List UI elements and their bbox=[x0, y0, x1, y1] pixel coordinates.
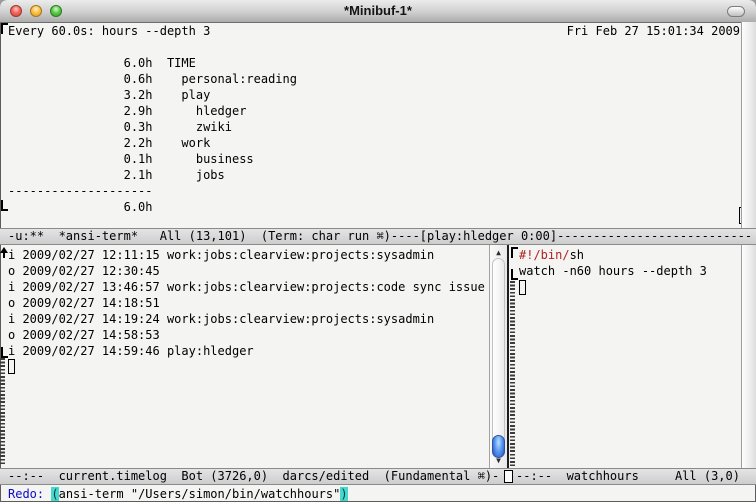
modeline-ansi-term[interactable]: -u:** *ansi-term* All (13,101) (Term: ch… bbox=[0, 228, 756, 245]
report-line: 0.1h business bbox=[8, 151, 297, 167]
buffer-top-angle-icon bbox=[1, 23, 8, 34]
cursor-hollow bbox=[519, 280, 526, 295]
modeline-text: -u:** *ansi-term* All (13,101) (Term: ch… bbox=[0, 229, 756, 244]
timelog-line: i 2009/02/27 14:19:24 work:jobs:clearvie… bbox=[8, 311, 488, 327]
shebang-line: #!/bin/sh bbox=[519, 247, 739, 263]
shebang-comment: #!/bin/ bbox=[519, 248, 570, 262]
minibuffer-command: ansi-term "/Users/simon/bin/watchhours" bbox=[59, 487, 341, 501]
report-line: -------------------- bbox=[8, 183, 297, 199]
code-line: watch -n60 hours --depth 3 bbox=[519, 263, 739, 279]
window-divider bbox=[507, 245, 509, 468]
timelog-line: i 2009/02/27 14:59:46 play:hledger bbox=[8, 343, 488, 359]
buffer-bottom-angle-icon bbox=[511, 269, 518, 280]
titlebar[interactable]: *Minibuf-1* bbox=[0, 0, 756, 23]
cursor-hollow bbox=[8, 359, 15, 374]
report-line: 6.0h bbox=[8, 199, 297, 215]
scroll-up-icon[interactable]: ▲ bbox=[490, 246, 507, 259]
watch-timestamp: Fri Feb 27 15:01:34 2009 bbox=[567, 23, 740, 39]
report-line: 2.9h hledger bbox=[8, 103, 297, 119]
report-line: 2.1h jobs bbox=[8, 167, 297, 183]
script-scrollbar[interactable] bbox=[741, 245, 756, 468]
buffer-bottom-angle-icon bbox=[1, 347, 8, 358]
open-paren-highlight: ( bbox=[51, 487, 58, 501]
modeline-junction-box bbox=[504, 470, 513, 483]
scroll-down-icon[interactable]: ▼ bbox=[490, 454, 507, 467]
modeline-watchhours: --:-- watchhours All (3,0) bbox=[516, 469, 756, 484]
window-title: *Minibuf-1* bbox=[0, 3, 756, 18]
report-line: 0.3h zwiki bbox=[8, 119, 297, 135]
emacs-window: *Minibuf-1* Every 60.0s: hours --depth 3… bbox=[0, 0, 756, 502]
empty-lines-stipple bbox=[510, 281, 515, 466]
timelog-line: o 2009/02/27 14:18:51 bbox=[8, 295, 488, 311]
timelog-scrollbar[interactable]: ▲ ▼ bbox=[489, 245, 507, 468]
timelog-line: o 2009/02/27 14:58:53 bbox=[8, 327, 488, 343]
report-line: 2.2h work bbox=[8, 135, 297, 151]
minibuffer[interactable]: Redo: (ansi-term "/Users/simon/bin/watch… bbox=[8, 486, 756, 502]
minibuffer-prompt: Redo: bbox=[8, 487, 51, 501]
modeline-current-timelog: --:-- current.timelog Bot (3726,0) darcs… bbox=[8, 469, 500, 484]
watch-command-text: Every 60.0s: hours --depth 3 bbox=[8, 23, 210, 39]
shebang-interpreter: sh bbox=[570, 248, 584, 262]
report-line: 6.0h TIME bbox=[8, 55, 297, 71]
modeline-row[interactable]: --:-- current.timelog Bot (3726,0) darcs… bbox=[0, 468, 756, 485]
buffer-top-angle-icon bbox=[511, 247, 518, 258]
buffer-continues-above-icon bbox=[0, 247, 8, 258]
term-scrollbar[interactable] bbox=[741, 22, 756, 228]
timelog-line: o 2009/02/27 12:30:45 bbox=[8, 263, 488, 279]
empty-lines-stipple bbox=[0, 358, 5, 466]
report-line: 3.2h play bbox=[8, 87, 297, 103]
timelog-line: i 2009/02/27 13:46:57 work:jobs:clearvie… bbox=[8, 279, 488, 295]
scroll-track[interactable] bbox=[492, 258, 505, 455]
timelog-line: i 2009/02/27 12:11:15 work:jobs:clearvie… bbox=[8, 247, 488, 263]
toolbar-toggle-button[interactable] bbox=[727, 6, 745, 17]
buffer-bottom-angle-icon bbox=[1, 200, 8, 211]
report-line: 0.6h personal:reading bbox=[8, 71, 297, 87]
hours-report: 6.0h TIME 0.6h personal:reading 3.2h pla… bbox=[8, 55, 297, 215]
close-paren-highlight: ) bbox=[340, 487, 347, 501]
